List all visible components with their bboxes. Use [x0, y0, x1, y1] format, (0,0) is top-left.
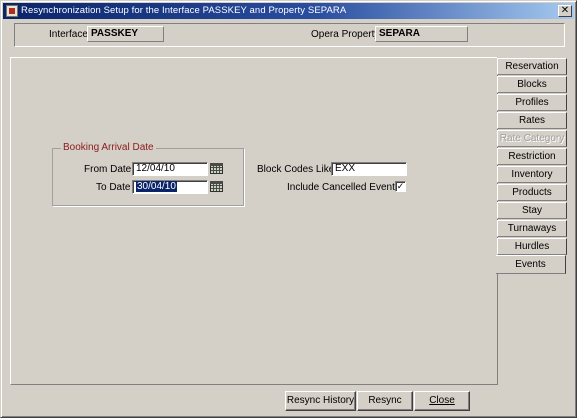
- booking-arrival-date-group: Booking Arrival Date: [52, 142, 244, 206]
- include-cancelled-label: Include Cancelled Events: [287, 182, 400, 193]
- close-icon: ✕: [560, 5, 570, 16]
- header-panel: Interface PASSKEY Opera Property SEPARA: [14, 23, 565, 47]
- tab-hurdles[interactable]: Hurdles: [497, 238, 567, 255]
- tab-label: Profiles: [515, 97, 549, 108]
- app-icon: [6, 5, 18, 17]
- tab-label: Inventory: [511, 169, 553, 180]
- tab-label: Turnaways: [507, 223, 557, 234]
- to-date-label: To Date: [96, 182, 131, 193]
- block-codes-input[interactable]: EXX: [331, 162, 407, 176]
- block-codes-label: Block Codes Like: [257, 164, 335, 175]
- to-date-input[interactable]: 30/04/10: [132, 180, 208, 194]
- to-date-value: 30/04/10: [136, 181, 177, 192]
- from-calendar-icon[interactable]: [210, 163, 223, 174]
- tab-profiles[interactable]: Profiles: [497, 94, 567, 111]
- tab-label: Rate Category: [499, 133, 565, 144]
- group-title: Booking Arrival Date: [61, 142, 156, 153]
- tab-restriction[interactable]: Restriction: [497, 148, 567, 165]
- close-button[interactable]: Close: [414, 391, 470, 411]
- tab-rates[interactable]: Rates: [497, 112, 567, 129]
- tab-label: Stay: [521, 205, 542, 216]
- to-calendar-icon[interactable]: [210, 181, 223, 192]
- from-date-label: From Date: [84, 164, 132, 175]
- include-cancelled-checkbox[interactable]: ✓: [395, 181, 406, 192]
- tab-events[interactable]: Events: [496, 255, 566, 274]
- resync-history-button[interactable]: Resync History: [285, 391, 356, 411]
- tab-inventory[interactable]: Inventory: [497, 166, 567, 183]
- tab-rate-category: Rate Category: [497, 130, 567, 147]
- check-icon: ✓: [396, 181, 405, 191]
- from-date-input[interactable]: 12/04/10: [132, 162, 208, 176]
- tab-stay[interactable]: Stay: [497, 202, 567, 219]
- tab-label: Rates: [518, 115, 546, 126]
- tab-label: Products: [512, 187, 552, 198]
- from-date-value: 12/04/10: [136, 163, 175, 174]
- tab-blocks[interactable]: Blocks: [497, 76, 567, 93]
- main-panel: [10, 57, 498, 385]
- interface-label: Interface: [49, 29, 88, 40]
- tab-products[interactable]: Products: [497, 184, 567, 201]
- block-codes-value: EXX: [335, 163, 356, 174]
- window-title: Resynchronization Setup for the Interfac…: [21, 5, 347, 16]
- tab-label: Events: [515, 259, 546, 270]
- tab-turnaways[interactable]: Turnaways: [497, 220, 567, 237]
- interface-value: PASSKEY: [87, 26, 164, 42]
- button-label: Close: [429, 395, 455, 406]
- button-label: Resync: [368, 395, 402, 406]
- close-window-button[interactable]: ✕: [558, 5, 572, 17]
- tab-label: Reservation: [505, 61, 559, 72]
- tab-label: Restriction: [508, 151, 556, 162]
- dialog-window: Resynchronization Setup for the Interfac…: [0, 0, 577, 418]
- title-bar[interactable]: Resynchronization Setup for the Interfac…: [3, 3, 574, 19]
- tab-reservation[interactable]: Reservation: [497, 58, 567, 75]
- tab-label: Hurdles: [514, 241, 550, 252]
- property-value: SEPARA: [375, 26, 468, 42]
- button-label: Resync History: [286, 395, 355, 406]
- tab-label: Blocks: [517, 79, 547, 90]
- resync-button[interactable]: Resync: [357, 391, 413, 411]
- property-label: Opera Property: [311, 29, 380, 40]
